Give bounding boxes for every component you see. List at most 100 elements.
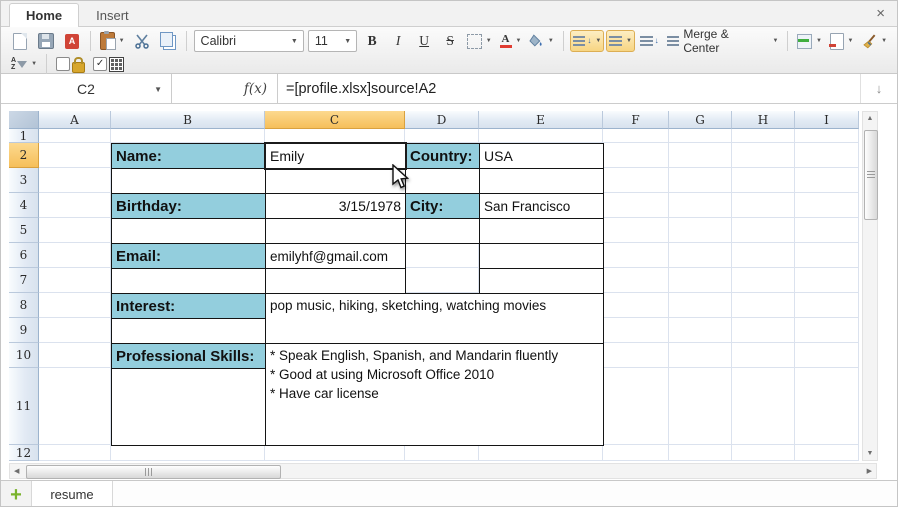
row-header-10[interactable]: 10 [9, 343, 39, 368]
scroll-left-icon[interactable]: ◀ [14, 467, 19, 475]
row-header-11[interactable]: 11 [9, 368, 39, 445]
cell-B8[interactable]: Interest: [111, 293, 266, 319]
cell-A8[interactable] [39, 293, 111, 318]
cell-B6[interactable]: Email: [111, 243, 266, 269]
cell-G6[interactable] [669, 243, 732, 268]
cell-H7[interactable] [732, 268, 795, 293]
save-button[interactable] [34, 30, 58, 52]
cell-C2[interactable]: Emily [265, 143, 406, 169]
row-header-2[interactable]: 2 [9, 143, 39, 168]
cell-G5[interactable] [669, 218, 732, 243]
horizontal-scrollbar[interactable]: ◀ ▶ [9, 463, 877, 479]
row-header-5[interactable]: 5 [9, 218, 39, 243]
cell-E7[interactable] [479, 268, 604, 294]
cell-A5[interactable] [39, 218, 111, 243]
cell-D12[interactable] [405, 445, 479, 461]
italic-button[interactable]: I [386, 30, 410, 52]
cell-E2[interactable]: USA [479, 143, 604, 169]
cell-C4[interactable]: 3/15/1978 [265, 193, 406, 219]
cell-I11[interactable] [795, 368, 859, 445]
cell-H11[interactable] [732, 368, 795, 445]
cell-A4[interactable] [39, 193, 111, 218]
cell-I9[interactable] [795, 318, 859, 343]
cell-E6[interactable] [479, 243, 604, 269]
cut-button[interactable] [130, 30, 154, 52]
cell-E5[interactable] [479, 218, 604, 244]
cell-B9[interactable] [111, 318, 266, 344]
cell-G12[interactable] [669, 445, 732, 461]
copy-button[interactable] [156, 30, 180, 52]
name-box[interactable]: C2 ▼ [1, 74, 172, 103]
wrap-text-button[interactable]: ↓ [637, 30, 662, 52]
cell-B7[interactable] [111, 268, 266, 294]
cell-C1[interactable] [265, 129, 405, 143]
cell-I6[interactable] [795, 243, 859, 268]
gridlines-toggle[interactable] [90, 53, 127, 75]
close-icon[interactable]: × [876, 5, 885, 23]
column-header-A[interactable]: A [39, 111, 111, 129]
column-header-B[interactable]: B [111, 111, 265, 129]
cell-B1[interactable] [111, 129, 265, 143]
cell-E12[interactable] [479, 445, 603, 461]
row-header-8[interactable]: 8 [9, 293, 39, 318]
horizontal-align-button[interactable] [606, 30, 635, 52]
cell-G7[interactable] [669, 268, 732, 293]
cell-D1[interactable] [405, 129, 479, 143]
row-header-4[interactable]: 4 [9, 193, 39, 218]
lock-cells-toggle[interactable] [53, 53, 88, 75]
vertical-align-button[interactable]: ↓ [569, 30, 605, 52]
cell-E3[interactable] [479, 168, 604, 194]
cell-F9[interactable] [603, 318, 669, 343]
scroll-right-icon[interactable]: ▶ [867, 467, 872, 475]
borders-button[interactable] [464, 30, 495, 52]
cell-F10[interactable] [603, 343, 669, 368]
cell-A7[interactable] [39, 268, 111, 293]
cell-A9[interactable] [39, 318, 111, 343]
underline-button[interactable]: U [412, 30, 436, 52]
new-file-button[interactable] [8, 30, 32, 52]
row-header-1[interactable]: 1 [9, 129, 39, 143]
cell-I7[interactable] [795, 268, 859, 293]
cell-H6[interactable] [732, 243, 795, 268]
column-header-H[interactable]: H [732, 111, 795, 129]
vertical-scrollbar-thumb[interactable] [864, 130, 878, 220]
cell-D2[interactable]: Country: [405, 143, 480, 169]
cell-F6[interactable] [603, 243, 669, 268]
cell-G2[interactable] [669, 143, 732, 168]
cell-D3[interactable] [405, 168, 480, 194]
vertical-scrollbar[interactable]: ▲ ▼ [862, 111, 878, 461]
cell-I2[interactable] [795, 143, 859, 168]
cell-D6[interactable] [405, 243, 479, 268]
cell-H5[interactable] [732, 218, 795, 243]
cell-A6[interactable] [39, 243, 111, 268]
tab-insert[interactable]: Insert [79, 3, 146, 27]
cell-D5[interactable] [405, 218, 480, 244]
cell-I8[interactable] [795, 293, 859, 318]
cell-H3[interactable] [732, 168, 795, 193]
cell-B5[interactable] [111, 218, 266, 244]
scroll-up-icon[interactable]: ▲ [863, 115, 877, 122]
cell-C6[interactable]: emilyhf@gmail.com [265, 243, 406, 269]
sheet-grid[interactable]: A B C D E F G H I 1 2 3 4 5 6 7 8 9 10 11 12 Name: Emily Countr… [9, 111, 859, 461]
font-size-select[interactable]: 11 [307, 30, 358, 52]
cell-F2[interactable] [603, 143, 669, 168]
column-header-D[interactable]: D [405, 111, 479, 129]
cell-I4[interactable] [795, 193, 859, 218]
cell-C8[interactable]: pop music, hiking, sketching, watching m… [265, 293, 604, 344]
cell-F11[interactable] [603, 368, 669, 445]
cell-C5[interactable] [265, 218, 406, 244]
cell-C12[interactable] [265, 445, 405, 461]
cell-G4[interactable] [669, 193, 732, 218]
cell-B12[interactable] [111, 445, 265, 461]
sort-filter-button[interactable]: AZ [8, 53, 40, 75]
cell-F7[interactable] [603, 268, 669, 293]
cell-E4[interactable]: San Francisco [479, 193, 604, 219]
cell-H9[interactable] [732, 318, 795, 343]
cell-E1[interactable] [479, 129, 603, 143]
cell-F3[interactable] [603, 168, 669, 193]
cell-C3[interactable] [265, 168, 406, 194]
cell-H12[interactable] [732, 445, 795, 461]
cell-G9[interactable] [669, 318, 732, 343]
scroll-down-icon[interactable]: ▼ [863, 450, 877, 457]
cell-G1[interactable] [669, 129, 732, 143]
